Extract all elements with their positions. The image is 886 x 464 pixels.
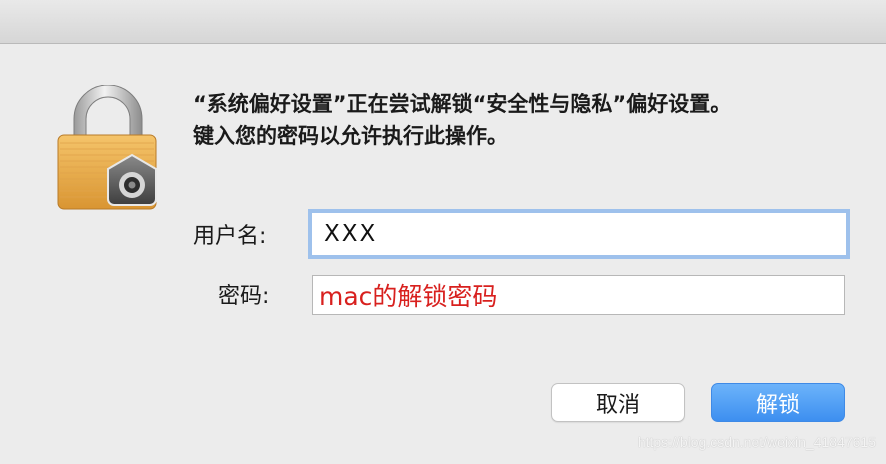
- username-value: XXX: [324, 221, 378, 247]
- dialog-message: “系统偏好设置”正在尝试解锁“安全性与隐私”偏好设置。 键入您的密码以允许执行此…: [193, 88, 873, 152]
- password-label: 密码:: [218, 284, 270, 309]
- padlock-icon: [57, 85, 157, 210]
- username-label: 用户名:: [193, 224, 267, 249]
- password-annotation: mac的解锁密码: [319, 282, 498, 311]
- message-line-1: “系统偏好设置”正在尝试解锁“安全性与隐私”偏好设置。: [193, 92, 732, 116]
- title-bar[interactable]: [0, 0, 886, 44]
- unlock-button[interactable]: 解锁: [711, 383, 845, 422]
- password-field[interactable]: mac的解锁密码: [312, 275, 845, 315]
- cancel-button[interactable]: 取消: [551, 383, 685, 422]
- message-line-2: 键入您的密码以允许执行此操作。: [193, 124, 508, 148]
- username-field[interactable]: XXX: [308, 209, 850, 259]
- authentication-dialog: “系统偏好设置”正在尝试解锁“安全性与隐私”偏好设置。 键入您的密码以允许执行此…: [0, 0, 886, 464]
- watermark: https://blog.csdn.net/weixin_41847615: [637, 434, 876, 450]
